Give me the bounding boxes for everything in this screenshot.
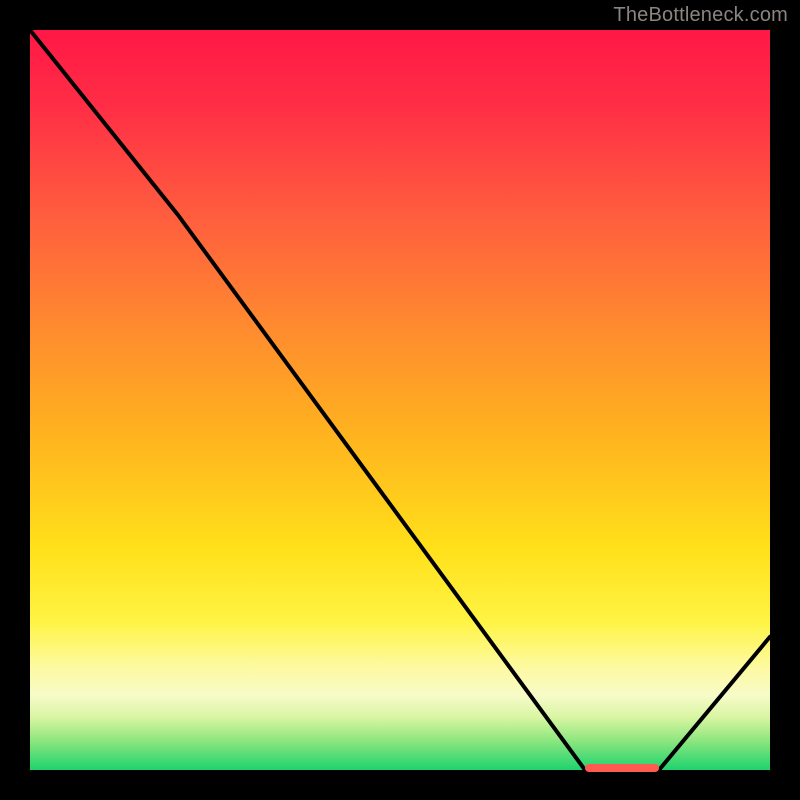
curve-svg — [30, 30, 770, 770]
plot-area — [30, 30, 770, 770]
bottleneck-curve — [30, 30, 770, 770]
optimum-marker — [585, 764, 659, 772]
chart-stage: TheBottleneck.com — [0, 0, 800, 800]
watermark-text: TheBottleneck.com — [613, 4, 788, 27]
